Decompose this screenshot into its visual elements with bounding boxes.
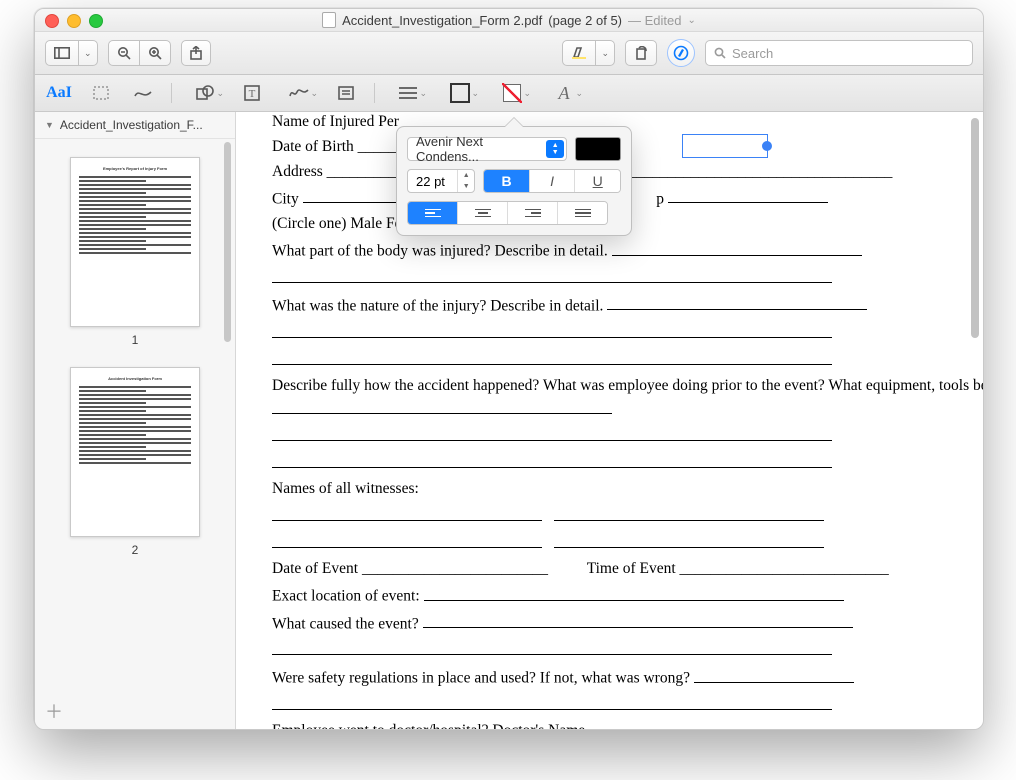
document-icon: [322, 12, 336, 28]
doc-text: p: [656, 190, 664, 207]
chevron-down-icon: ⌄: [523, 88, 531, 99]
add-page-button[interactable]: ＋: [45, 698, 63, 724]
preview-window: Accident_Investigation_Form 2.pdf (page …: [34, 8, 984, 730]
thumbnails-sidebar: ▼ Accident_Investigation_F... Employee's…: [35, 112, 236, 730]
highlight-menu-button[interactable]: ⌄: [595, 40, 615, 66]
doc-text: Date of Event ________________________: [272, 560, 548, 577]
title-chevron-icon[interactable]: ⌄: [688, 15, 696, 26]
font-size-stepper[interactable]: ▲ ▼: [457, 170, 474, 192]
thumbnail-title: Accident Investigation Form: [79, 376, 191, 382]
doc-text: Name of Injured Per: [272, 113, 399, 130]
align-right-button[interactable]: [508, 202, 558, 224]
sidebar-menu-button[interactable]: ⌄: [78, 40, 98, 66]
zoom-in-button[interactable]: [139, 40, 171, 66]
rect-selection-tool[interactable]: [87, 82, 115, 104]
align-justify-button[interactable]: [558, 202, 607, 224]
doc-text: Exact location of event:: [272, 588, 420, 605]
doc-text: Time of Event __________________________…: [587, 560, 889, 577]
chevron-down-icon: ⌄: [216, 88, 224, 99]
step-down-icon: ▼: [458, 181, 474, 192]
chevron-down-icon: ⌄: [575, 88, 583, 99]
window-title[interactable]: Accident_Investigation_Form 2.pdf (page …: [322, 12, 696, 28]
markup-toggle-button[interactable]: [667, 39, 695, 67]
step-up-icon: ▲: [458, 170, 474, 181]
page-thumbnail[interactable]: Employee's Report of Injury Form: [70, 157, 200, 327]
align-left-icon: [425, 209, 441, 218]
text-tool[interactable]: T: [238, 82, 266, 104]
titlebar: Accident_Investigation_Form 2.pdf (page …: [35, 9, 983, 32]
doc-text: Names of all witnesses:: [272, 480, 419, 497]
doc-text: City: [272, 190, 299, 207]
chevron-down-icon: ⌄: [471, 88, 479, 99]
minimize-window-button[interactable]: [67, 14, 81, 28]
font-size-value: 22 pt: [416, 174, 445, 189]
align-justify-icon: [575, 209, 591, 218]
zoom-out-button[interactable]: [108, 40, 140, 66]
underline-button[interactable]: U: [575, 170, 620, 192]
sketch-tool[interactable]: [129, 82, 157, 104]
disclosure-triangle-icon: ▼: [45, 120, 54, 130]
doc-text: What part of the body was injured? Descr…: [272, 243, 608, 260]
highlight-button[interactable]: [562, 40, 596, 66]
sidebar-toggle-button[interactable]: [45, 40, 79, 66]
chevron-down-icon: ⌄: [419, 88, 427, 99]
doc-text: Were safety regulations in place and use…: [272, 670, 690, 687]
title-filename: Accident_Investigation_Form 2.pdf: [342, 13, 542, 28]
document-view[interactable]: Name of Injured Per Date of Birth ______…: [236, 112, 983, 730]
title-page-info: (page 2 of 5): [548, 13, 622, 28]
border-style-tool[interactable]: ⌄: [389, 82, 427, 104]
search-placeholder: Search: [732, 46, 773, 61]
fill-color-tool[interactable]: ⌄: [493, 82, 531, 104]
thumbnail-title: Employee's Report of Injury Form: [79, 166, 191, 172]
sidebar-scrollbar[interactable]: [224, 142, 234, 462]
search-icon: [714, 47, 726, 59]
zoom-window-button[interactable]: [89, 14, 103, 28]
main-toolbar: ⌄ ⌄: [35, 32, 983, 75]
align-center-icon: [475, 209, 491, 218]
text-style-tool[interactable]: A ⌄: [545, 82, 583, 104]
thumbnail-label: 2: [35, 543, 235, 557]
chevron-down-icon: ⌄: [310, 88, 318, 99]
italic-button[interactable]: I: [530, 170, 576, 192]
align-left-button[interactable]: [408, 202, 458, 224]
sidebar-file-header[interactable]: ▼ Accident_Investigation_F...: [35, 112, 235, 139]
doc-text: What was the nature of the injury? Descr…: [272, 297, 603, 314]
close-window-button[interactable]: [45, 14, 59, 28]
doc-text: Describe fully how the accident happened…: [272, 377, 983, 394]
doc-text: Employee went to doctor/hospital? Doctor…: [272, 722, 868, 730]
doc-text: What caused the event?: [272, 615, 419, 632]
stepper-icon: ▲▼: [546, 140, 564, 158]
text-style-popover: Avenir Next Condens... ▲▼ 22 pt ▲ ▼: [396, 126, 632, 236]
thumbnail-label: 1: [35, 333, 235, 347]
text-color-well[interactable]: [575, 137, 621, 161]
shapes-tool[interactable]: ⌄: [186, 82, 224, 104]
font-size-field[interactable]: 22 pt ▲ ▼: [407, 169, 475, 193]
font-family-value: Avenir Next Condens...: [416, 134, 546, 164]
align-right-icon: [525, 209, 541, 218]
markup-toolbar: AaI ⌄ T ⌄: [35, 75, 983, 112]
svg-text:T: T: [249, 88, 256, 100]
sidebar-file-label: Accident_Investigation_F...: [60, 118, 203, 132]
share-button[interactable]: [181, 40, 211, 66]
title-status: Edited: [645, 13, 682, 28]
align-center-button[interactable]: [458, 202, 508, 224]
font-family-select[interactable]: Avenir Next Condens... ▲▼: [407, 137, 567, 161]
border-color-tool[interactable]: ⌄: [441, 82, 479, 104]
note-tool[interactable]: [332, 82, 360, 104]
search-field[interactable]: Search: [705, 40, 973, 66]
sign-tool[interactable]: ⌄: [280, 82, 318, 104]
bold-button[interactable]: B: [484, 170, 530, 192]
text-selection-tool[interactable]: AaI: [45, 82, 73, 104]
rotate-button[interactable]: [625, 40, 657, 66]
page-thumbnail[interactable]: Accident Investigation Form: [70, 367, 200, 537]
